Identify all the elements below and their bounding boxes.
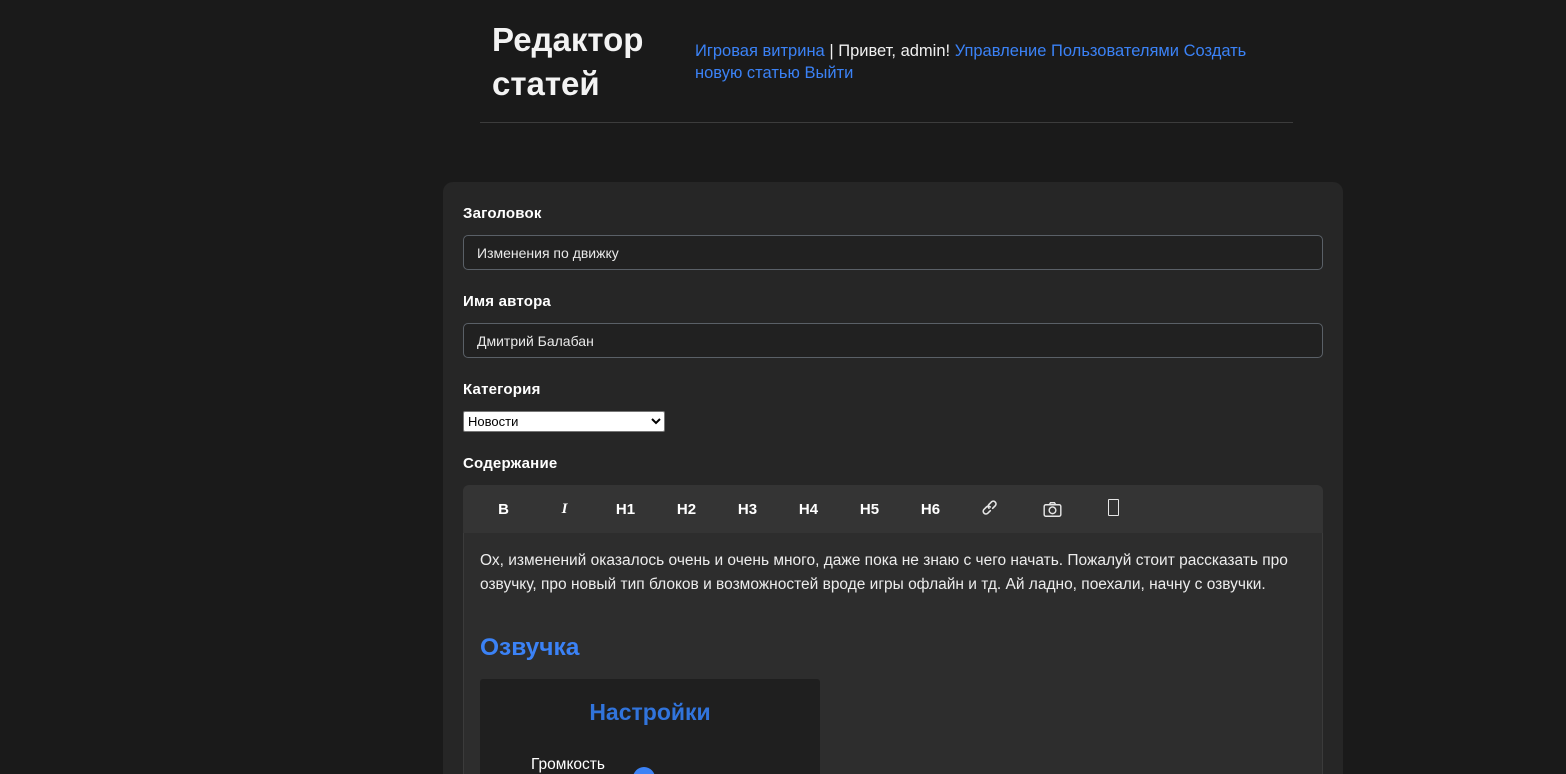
manage-users-link[interactable]: Управление Пользователями — [955, 42, 1179, 60]
slider-thumb[interactable] — [633, 767, 655, 774]
settings-widget-title: Настройки — [480, 699, 820, 726]
title-input[interactable] — [463, 235, 1323, 270]
insert-embed-button[interactable] — [1090, 491, 1137, 527]
storefront-link[interactable]: Игровая витрина — [695, 42, 825, 60]
page-header: Редактор статей Игровая витрина | Привет… — [480, 0, 1293, 123]
editor-content-area[interactable]: Ох, изменений оказалось очень и очень мн… — [463, 533, 1323, 774]
heading5-button[interactable]: H5 — [846, 494, 893, 525]
editor-toolbar: B I H1 H2 H3 H4 H5 H6 — [463, 485, 1323, 533]
article-editor-card: Заголовок Имя автора Категория Новости С… — [443, 182, 1343, 774]
content-field-label: Содержание — [463, 455, 1323, 472]
article-paragraph: Ох, изменений оказалось очень и очень мн… — [480, 549, 1304, 596]
music-volume-label: Громкость музыки: — [524, 752, 612, 774]
heading2-button[interactable]: H2 — [663, 494, 710, 525]
top-navigation: Игровая витрина | Привет, admin! Управле… — [695, 40, 1293, 84]
embed-block-icon — [1108, 499, 1119, 516]
insert-link-button[interactable] — [968, 492, 1015, 527]
link-icon — [982, 500, 1001, 517]
settings-widget: Настройки Громкость музыки: — [480, 679, 820, 774]
nav-separator: | — [829, 42, 833, 60]
insert-image-button[interactable] — [1029, 493, 1076, 526]
category-select[interactable]: Новости — [463, 411, 665, 432]
article-section-heading: Озвучка — [480, 634, 1306, 662]
music-volume-slider[interactable] — [624, 766, 790, 774]
header-divider — [480, 122, 1293, 123]
title-field-label: Заголовок — [463, 205, 1323, 222]
author-field-label: Имя автора — [463, 293, 1323, 310]
bold-button[interactable]: B — [480, 494, 527, 525]
music-volume-row: Громкость музыки: — [480, 752, 820, 774]
italic-button[interactable]: I — [541, 494, 588, 525]
page-title: Редактор статей — [480, 18, 695, 106]
heading3-button[interactable]: H3 — [724, 494, 771, 525]
category-field-label: Категория — [463, 381, 1323, 398]
heading4-button[interactable]: H4 — [785, 494, 832, 525]
camera-icon — [1043, 500, 1062, 517]
logout-link[interactable]: Выйти — [804, 64, 853, 82]
heading6-button[interactable]: H6 — [907, 494, 954, 525]
user-greeting: Привет, admin! — [838, 42, 950, 60]
author-input[interactable] — [463, 323, 1323, 358]
heading1-button[interactable]: H1 — [602, 494, 649, 525]
